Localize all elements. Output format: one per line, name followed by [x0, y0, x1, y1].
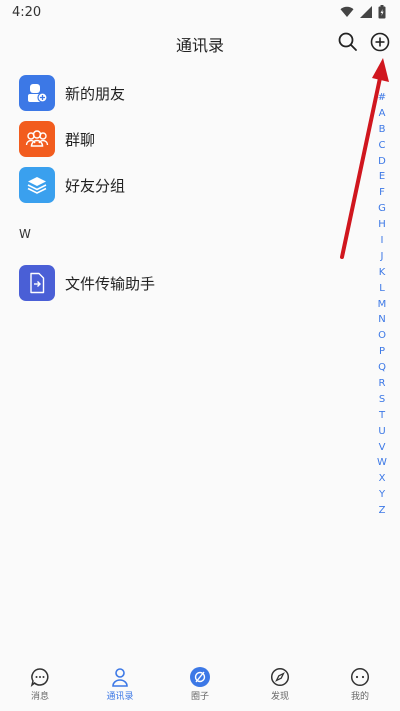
wifi-icon	[340, 6, 354, 18]
contact-list: 新的朋友 群聊 好友分组	[0, 70, 370, 208]
index-letter-j[interactable]: J	[381, 249, 384, 265]
contact-file-transfer[interactable]: 文件传输助手	[0, 260, 370, 306]
alphabet-index-bar[interactable]: # A B C D E F G H I J K L M N O P Q R S T U V W X Y Z	[374, 90, 390, 519]
friend-group-avatar	[19, 167, 55, 203]
index-letter-a[interactable]: A	[379, 106, 386, 122]
battery-icon	[378, 5, 386, 19]
new-friend-icon	[28, 84, 48, 103]
index-letter-v[interactable]: V	[379, 440, 386, 456]
status-icons	[340, 5, 386, 19]
tab-discover[interactable]: 发现	[240, 660, 320, 711]
tab-circle-label: 圈子	[190, 692, 209, 702]
index-letter-q[interactable]: Q	[378, 360, 386, 376]
message-icon	[30, 668, 49, 687]
tab-circle[interactable]: 圈子	[160, 660, 240, 711]
status-time: 4:20	[12, 4, 42, 20]
tab-messages[interactable]: 消息	[0, 660, 80, 711]
tab-contacts[interactable]: 通讯录	[80, 660, 160, 711]
signal-icon	[360, 6, 372, 18]
index-letter-d[interactable]: D	[378, 154, 386, 170]
file-transfer-avatar	[19, 265, 55, 301]
group-chat-item[interactable]: 群聊	[0, 116, 370, 162]
index-letter-t[interactable]: T	[379, 408, 385, 424]
new-friends-label: 新的朋友	[65, 84, 126, 103]
tab-messages-label: 消息	[30, 692, 49, 702]
search-icon	[338, 32, 357, 51]
index-letter-s[interactable]: S	[379, 392, 385, 408]
discover-icon	[270, 667, 290, 687]
index-letter-e[interactable]: E	[379, 169, 385, 185]
index-letter-n[interactable]: N	[378, 312, 385, 328]
me-icon	[350, 667, 370, 687]
index-letter-c[interactable]: C	[379, 138, 386, 154]
index-letter-x[interactable]: X	[379, 471, 386, 487]
index-letter-o[interactable]: O	[378, 328, 386, 344]
index-letter-i[interactable]: I	[381, 233, 384, 249]
index-letter-z[interactable]: Z	[379, 503, 386, 519]
index-letter-m[interactable]: M	[378, 297, 387, 313]
tab-contacts-label: 通讯录	[106, 692, 134, 702]
index-letter-b[interactable]: B	[379, 122, 386, 138]
index-letter-hash[interactable]: #	[378, 90, 386, 106]
index-letter-r[interactable]: R	[379, 376, 386, 392]
status-bar: 4:20	[0, 0, 400, 24]
file-transfer-icon	[30, 272, 45, 294]
friend-group-item[interactable]: 好友分组	[0, 162, 370, 208]
index-letter-y[interactable]: Y	[379, 487, 385, 503]
friend-group-label: 好友分组	[65, 176, 126, 195]
contacts-icon	[112, 668, 128, 687]
index-letter-h[interactable]: H	[378, 217, 386, 233]
top-bar: 通讯录	[0, 24, 400, 60]
tab-discover-label: 发现	[270, 692, 289, 702]
section-w-list: 文件传输助手	[0, 260, 370, 306]
tab-me-label: 我的	[350, 692, 369, 702]
section-header-w: W	[19, 227, 31, 241]
circle-icon	[190, 667, 210, 687]
new-friend-avatar	[19, 75, 55, 111]
index-letter-k[interactable]: K	[379, 265, 386, 281]
bottom-tab-bar: 消息 通讯录 圈子 发现 我的	[0, 660, 400, 711]
index-letter-p[interactable]: P	[379, 344, 385, 360]
index-letter-u[interactable]: U	[378, 424, 385, 440]
tab-me[interactable]: 我的	[320, 660, 400, 711]
index-letter-g[interactable]: G	[378, 201, 386, 217]
add-button[interactable]	[368, 30, 392, 54]
group-chat-label: 群聊	[65, 130, 96, 149]
index-letter-w[interactable]: W	[377, 455, 387, 471]
file-transfer-label: 文件传输助手	[65, 274, 156, 293]
index-letter-f[interactable]: F	[379, 185, 385, 201]
plus-circle-icon	[370, 32, 390, 52]
search-button[interactable]	[336, 30, 360, 54]
friend-group-icon	[27, 177, 47, 194]
index-letter-l[interactable]: L	[379, 281, 385, 297]
new-friends-item[interactable]: 新的朋友	[0, 70, 370, 116]
group-chat-icon	[25, 130, 49, 147]
group-chat-avatar	[19, 121, 55, 157]
